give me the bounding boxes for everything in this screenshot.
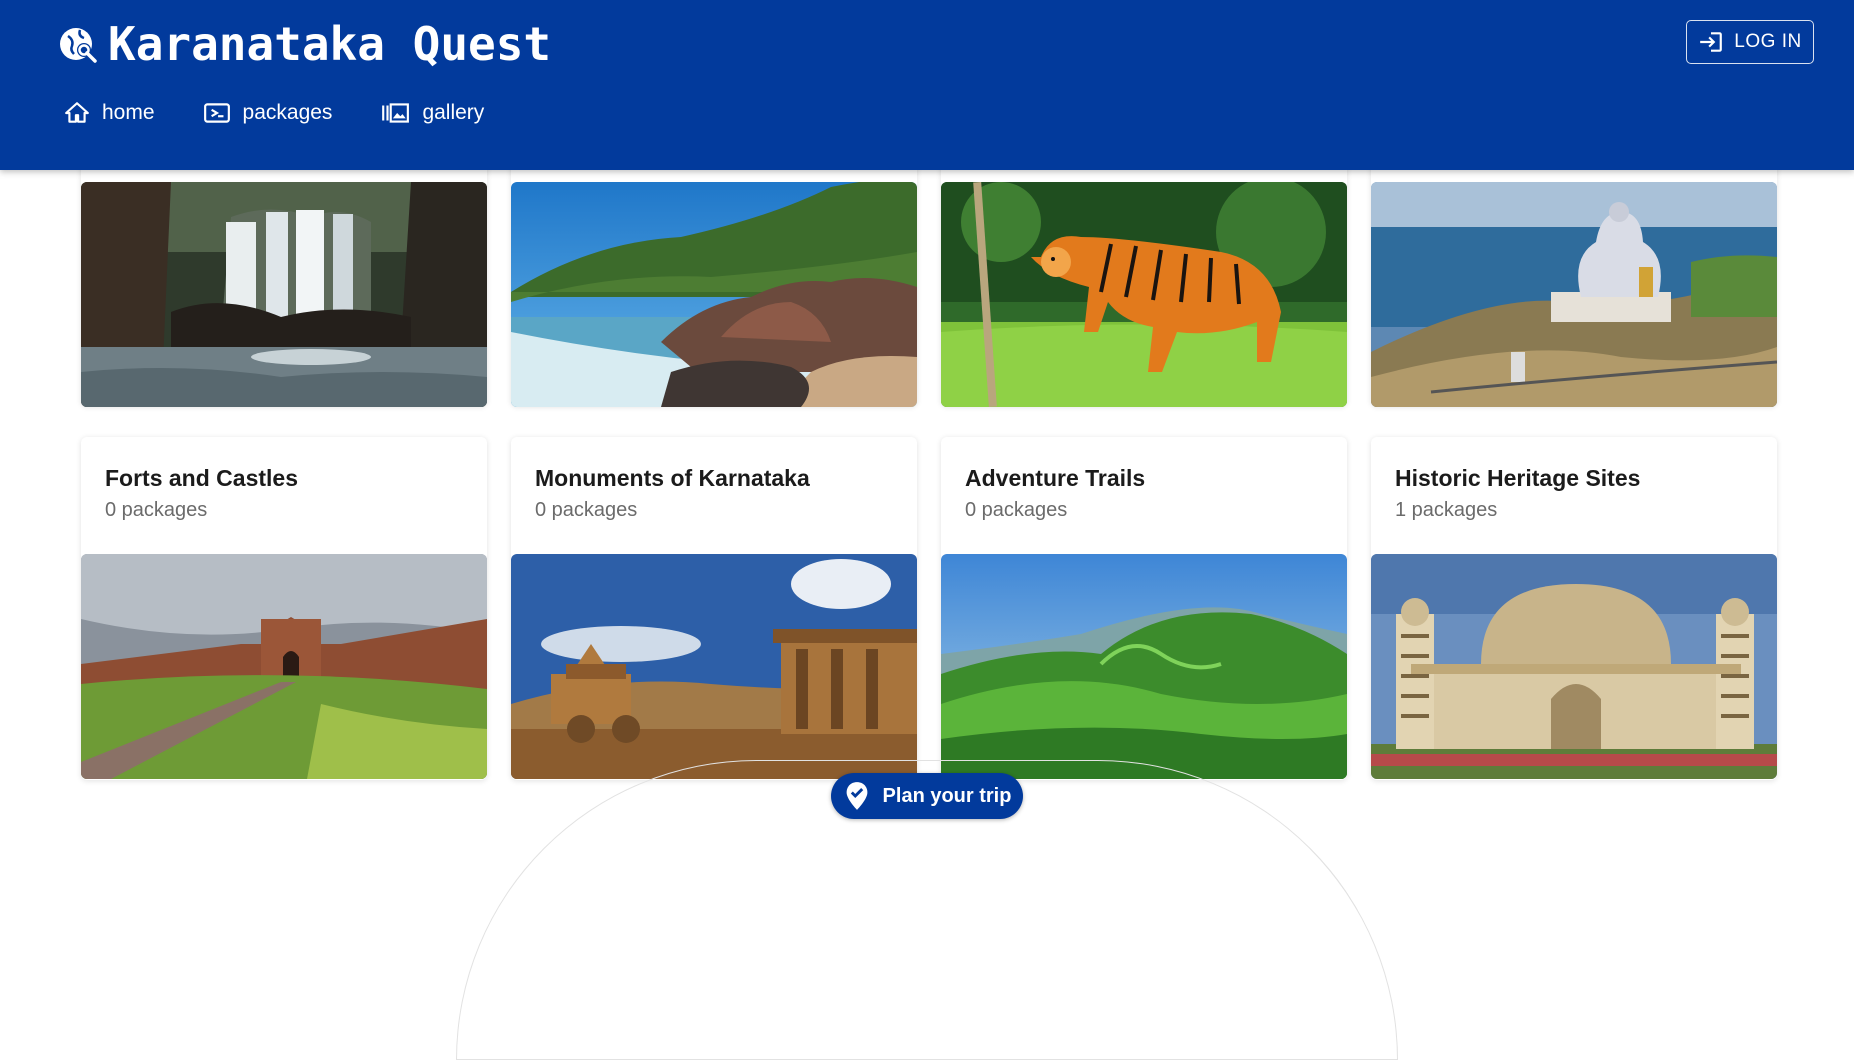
- shiva-statue-image: [1371, 182, 1777, 407]
- nav-gallery-label: gallery: [422, 101, 485, 124]
- travel-explore-icon: [60, 28, 97, 63]
- coastal-rocks-image: [511, 182, 917, 407]
- nav-home[interactable]: home: [64, 100, 155, 126]
- package-count: 1 packages: [1395, 499, 1498, 521]
- category-card[interactable]: Adventure Trails 0 packages: [941, 437, 1347, 780]
- plan-trip-label: Plan your trip: [882, 784, 1012, 807]
- login-icon: [1700, 32, 1723, 52]
- nav-packages-label: packages: [242, 101, 333, 124]
- app-title: Karanataka Quest: [108, 17, 552, 71]
- home-icon: [65, 102, 89, 123]
- nav-packages[interactable]: packages: [203, 100, 333, 126]
- category-card[interactable]: Historic Heritage Sites 1 packages: [1371, 437, 1777, 780]
- login-label: LOG IN: [1734, 31, 1802, 52]
- brand[interactable]: Karanataka Quest: [58, 16, 551, 72]
- login-button[interactable]: LOG IN: [1686, 20, 1814, 64]
- green-hills-image: [941, 554, 1347, 779]
- package-count: 0 packages: [535, 499, 638, 521]
- nav-gallery[interactable]: gallery: [380, 100, 484, 126]
- gallery-icon: [382, 103, 410, 123]
- waterfall-image: [81, 182, 487, 407]
- fort-image: [81, 554, 487, 779]
- category-title: Monuments of Karnataka: [535, 465, 810, 491]
- category-title: Forts and Castles: [105, 465, 298, 491]
- tiger-image: [941, 182, 1347, 407]
- package-count: 0 packages: [965, 499, 1068, 521]
- category-card[interactable]: Monuments of Karnataka 0 packages: [511, 437, 917, 780]
- category-title: Historic Heritage Sites: [1395, 465, 1641, 491]
- category-card[interactable]: Forts and Castles 0 packages: [81, 437, 487, 780]
- tour-ticket-icon: [203, 103, 230, 123]
- package-count: 0 packages: [105, 499, 208, 521]
- plan-trip-button[interactable]: Plan your trip: [831, 773, 1023, 819]
- gol-gumbaz-image: [1371, 554, 1777, 779]
- stone-chariot-image: [511, 554, 917, 779]
- main-nav: home packages gallery: [64, 100, 484, 126]
- category-title: Adventure Trails: [965, 465, 1146, 491]
- location-check-icon: [846, 782, 867, 810]
- nav-home-label: home: [102, 101, 155, 124]
- app-header: Karanataka Quest LOG IN home packages ga…: [0, 0, 1854, 170]
